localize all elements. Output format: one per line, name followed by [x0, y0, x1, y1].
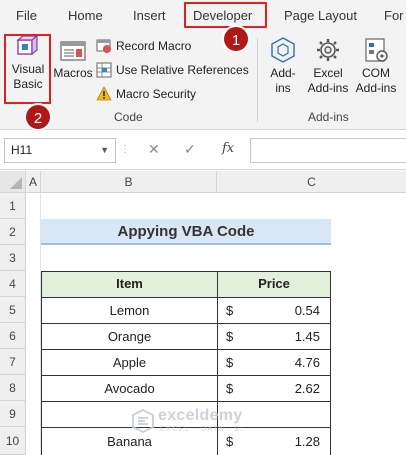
record-macro-icon: [96, 39, 111, 53]
item-cell[interactable]: Avocado: [41, 375, 218, 402]
developer-tab-highlight: [184, 2, 267, 28]
macros-button[interactable]: Macros: [52, 40, 94, 81]
enter-icon[interactable]: ✓: [184, 141, 196, 158]
column-header-b[interactable]: B: [41, 171, 217, 193]
item-cell[interactable]: Orange: [41, 323, 218, 350]
tab-formulas[interactable]: For: [384, 8, 404, 23]
watermark: exceldemy EXCEL · DATA · BI: [128, 405, 278, 439]
price-cell[interactable]: $ 2.62: [217, 375, 331, 402]
chevron-down-icon[interactable]: ▼: [100, 139, 109, 162]
column-header-a[interactable]: A: [26, 171, 41, 193]
com-add-ins-button[interactable]: COM Add-ins: [354, 36, 398, 96]
row-header-7[interactable]: 7: [0, 349, 26, 375]
cancel-icon[interactable]: ✕: [148, 141, 160, 158]
currency-symbol: $: [226, 329, 234, 344]
name-box-value: H11: [11, 143, 33, 157]
formula-controls: ⋮ ✕ ✓ fx: [120, 138, 248, 163]
item-cell[interactable]: Lemon: [41, 297, 218, 324]
excel-add-ins-label-line1: Excel: [313, 66, 343, 80]
tab-file[interactable]: File: [16, 8, 37, 23]
tab-insert[interactable]: Insert: [133, 8, 166, 23]
price-value: 0.54: [294, 303, 320, 318]
macros-label: Macros: [53, 66, 93, 80]
exceldemy-logo-icon: [132, 409, 154, 433]
currency-symbol: $: [226, 355, 234, 370]
ribbon-group-separator: [257, 38, 258, 122]
relative-references-label: Use Relative References: [116, 63, 249, 77]
row-header-10[interactable]: 10: [0, 427, 26, 455]
formula-input[interactable]: [250, 138, 406, 163]
row-header-5[interactable]: 5: [0, 297, 26, 323]
table-header-item[interactable]: Item: [41, 271, 218, 298]
visual-basic-highlight: [4, 34, 51, 104]
currency-symbol: $: [226, 381, 234, 396]
ribbon-tab-bar: File Home Insert Developer Page Layout F…: [0, 0, 406, 32]
price-value: 1.45: [294, 329, 320, 344]
item-cell[interactable]: Apple: [41, 349, 218, 376]
record-macro-label: Record Macro: [116, 39, 192, 53]
row-header-8[interactable]: 8: [0, 375, 26, 401]
tab-page-layout[interactable]: Page Layout: [284, 8, 357, 23]
currency-symbol: $: [226, 303, 234, 318]
macros-icon: [60, 41, 86, 61]
com-add-ins-icon: [365, 38, 388, 62]
row-header-1[interactable]: 1: [0, 193, 26, 219]
insert-function-icon[interactable]: fx: [222, 141, 234, 156]
row-header-4[interactable]: 4: [0, 271, 26, 297]
tab-home[interactable]: Home: [68, 8, 103, 23]
macro-security-label: Macro Security: [116, 87, 197, 101]
formula-bar: H11 ▼ ⋮ ✕ ✓ fx: [0, 130, 406, 170]
excel-add-ins-label-line2: Add-ins: [307, 81, 349, 95]
name-box[interactable]: H11 ▼: [4, 138, 116, 163]
price-value: 1.28: [294, 434, 320, 449]
price-value: 2.62: [294, 381, 320, 396]
watermark-tagline: EXCEL · DATA · BI: [160, 426, 245, 433]
code-group-label: Code: [114, 110, 143, 124]
add-ins-button[interactable]: Add- ins: [264, 36, 302, 96]
excel-add-ins-button[interactable]: Excel Add-ins: [306, 36, 350, 96]
add-ins-group-label: Add-ins: [308, 110, 349, 124]
step-2-badge: 2: [24, 103, 52, 131]
warning-icon: [96, 86, 112, 101]
price-cell[interactable]: $ 4.76: [217, 349, 331, 376]
price-value: 4.76: [294, 355, 320, 370]
select-all-icon: [10, 177, 22, 189]
com-add-ins-label-line2: Add-ins: [355, 81, 397, 95]
select-all-corner[interactable]: [0, 171, 26, 193]
table-header-price[interactable]: Price: [217, 271, 331, 298]
com-add-ins-label-line1: COM: [362, 66, 390, 80]
price-cell[interactable]: $ 0.54: [217, 297, 331, 324]
relative-references-icon: [96, 62, 112, 78]
price-cell[interactable]: $ 1.45: [217, 323, 331, 350]
row-header-6[interactable]: 6: [0, 323, 26, 349]
row-header-9[interactable]: 9: [0, 401, 26, 427]
ribbon-panel: Visual Basic Macros Record Macro Use Rel…: [0, 32, 406, 130]
step-1-badge: 1: [222, 25, 250, 53]
add-ins-label-line1: Add-: [270, 66, 296, 80]
gear-icon: [317, 39, 339, 61]
row-header-2[interactable]: 2: [0, 219, 26, 245]
row-header-3[interactable]: 3: [0, 245, 26, 271]
sheet-title[interactable]: Appying VBA Code: [41, 219, 331, 245]
watermark-name: exceldemy: [158, 407, 243, 424]
add-ins-icon: [271, 37, 295, 63]
column-header-c[interactable]: C: [217, 171, 406, 193]
add-ins-label-line2: ins: [275, 81, 291, 95]
vertical-dots-icon: ⋮: [120, 144, 130, 155]
